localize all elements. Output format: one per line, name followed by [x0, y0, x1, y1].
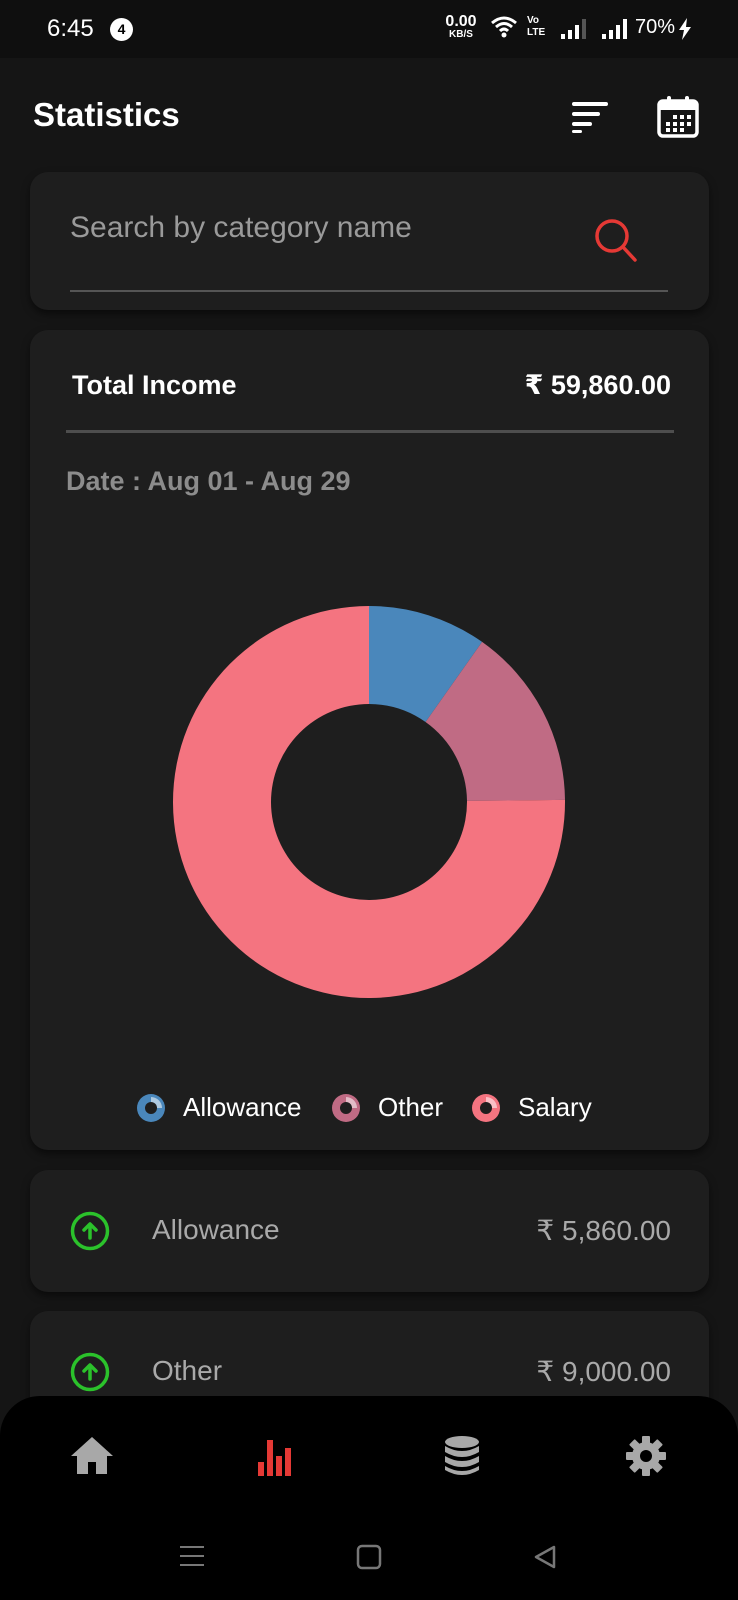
list-item[interactable]: Allowance ₹ 5,860.00: [30, 1170, 709, 1292]
network-speed-unit: KB/S: [449, 29, 473, 40]
income-summary-card: Total Income ₹ 59,860.00 Date : Aug 01 -…: [30, 330, 709, 1150]
notification-count-badge: 4: [110, 18, 133, 41]
list-item-amount: ₹ 5,860.00: [536, 1215, 671, 1246]
arrow-up-circle-icon: [70, 1352, 110, 1392]
legend-label: Allowance: [183, 1092, 302, 1122]
database-icon[interactable]: [438, 1432, 486, 1480]
signal-sim2-icon: [602, 19, 627, 39]
donut-chart[interactable]: [30, 330, 709, 1070]
donut-legend-icon: [137, 1094, 165, 1122]
battery-level: 70%: [635, 16, 676, 38]
bar-chart-icon[interactable]: [252, 1432, 300, 1480]
chart-legend: Allowance Other Salary: [30, 1088, 709, 1128]
page-title: Statistics: [33, 96, 180, 133]
status-time: 6:45: [47, 15, 94, 42]
donut-legend-icon: [332, 1094, 360, 1122]
list-item-category: Allowance: [152, 1214, 280, 1245]
volte-line-1: Vo: [527, 15, 540, 26]
legend-label: Salary: [518, 1092, 592, 1122]
recent-apps-icon[interactable]: [178, 1544, 206, 1568]
legend-label: Other: [378, 1092, 444, 1122]
donut-legend-icon: [472, 1094, 500, 1122]
search-icon[interactable]: [594, 218, 638, 264]
list-item-amount: ₹ 9,000.00: [536, 1356, 671, 1387]
calendar-icon[interactable]: [656, 95, 700, 139]
volte-indicator: Vo LTE: [527, 15, 545, 39]
network-speed: 0.00 KB/S: [443, 14, 479, 40]
home-icon[interactable]: [68, 1432, 116, 1480]
status-bar: 6:45 4 0.00 KB/S Vo LTE 70%: [0, 0, 738, 58]
charging-bolt-icon: [679, 18, 691, 40]
search-underline: [70, 290, 668, 292]
sort-icon[interactable]: [568, 98, 612, 134]
wifi-icon: [491, 16, 517, 38]
settings-icon[interactable]: [622, 1432, 670, 1480]
network-speed-value: 0.00: [445, 13, 477, 30]
arrow-up-circle-icon: [70, 1211, 110, 1251]
home-button-icon[interactable]: [356, 1544, 382, 1570]
back-button-icon[interactable]: [532, 1544, 558, 1570]
bottom-navigation: [0, 1396, 738, 1600]
list-item-category: Other: [152, 1355, 223, 1386]
signal-sim1-icon: [561, 19, 586, 39]
search-input[interactable]: [70, 202, 590, 254]
volte-line-2: LTE: [527, 27, 546, 38]
